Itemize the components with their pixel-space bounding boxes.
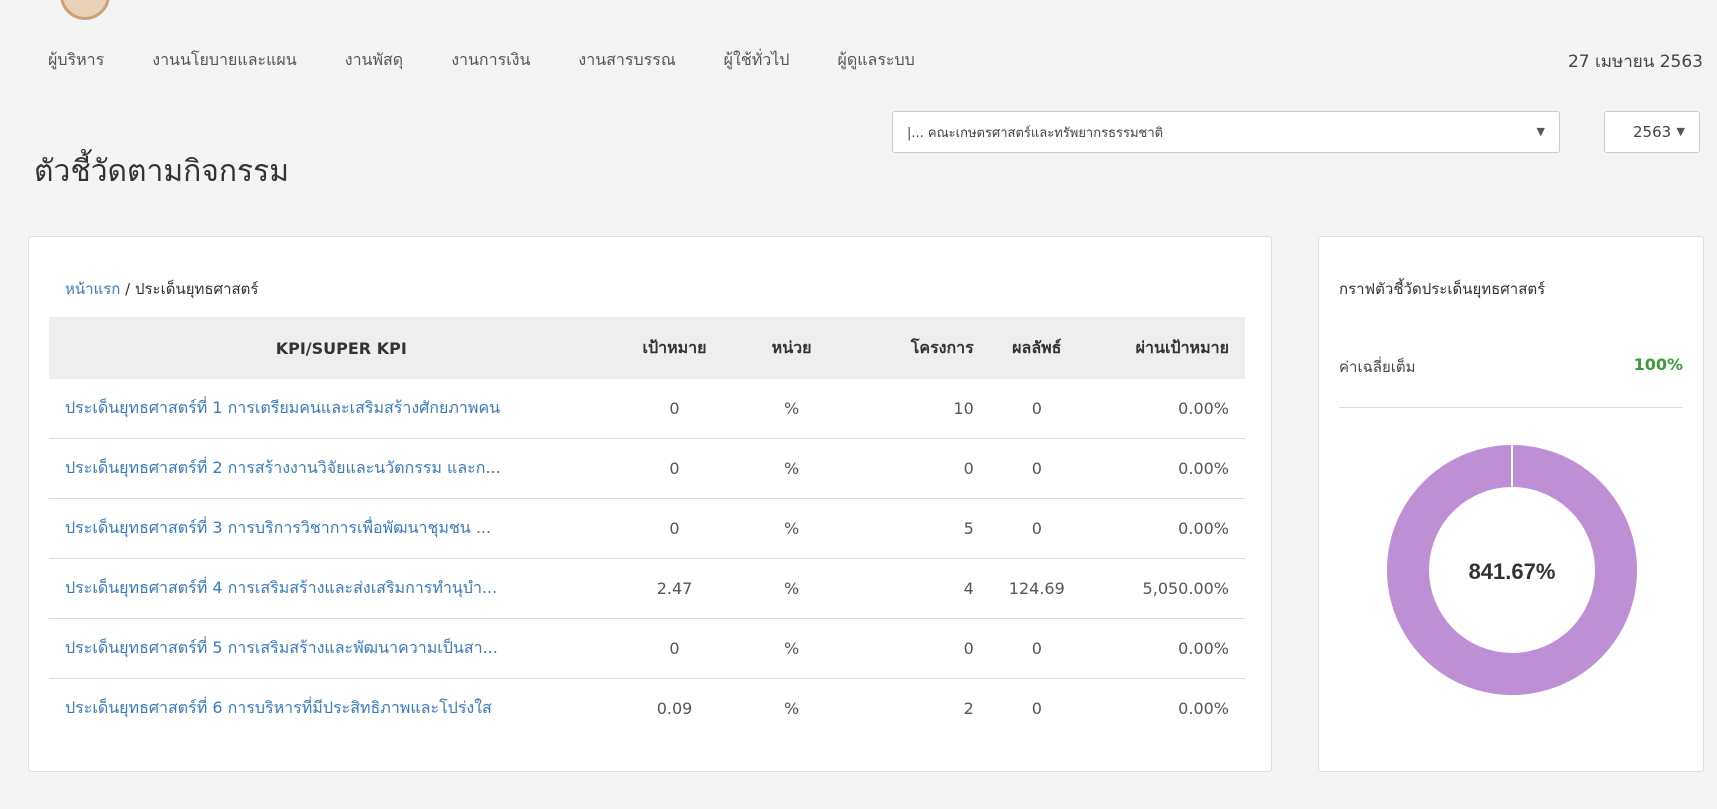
header-result: ผลลัพธ์ <box>1012 337 1062 357</box>
page-title: ตัวชี้วัดตามกิจกรรม <box>34 154 290 189</box>
cell-passed: 0.00% <box>1087 438 1245 499</box>
cell-projects: 0 <box>852 618 986 679</box>
table-row: ประเด็นยุทธศาสตร์ที่ 1 การเตรียมคนและเสร… <box>49 379 1245 439</box>
nav-item-general-user[interactable]: ผู้ใช้ทั่วไป <box>724 48 790 73</box>
cell-name: ประเด็นยุทธศาสตร์ที่ 1 การเตรียมคนและเสร… <box>49 379 619 439</box>
cell-target: 0 <box>618 618 731 679</box>
faculty-select-value: |... คณะเกษตรศาสตร์และทรัพยากรธรรมชาติ <box>907 125 1164 141</box>
kpi-link[interactable]: ประเด็นยุทธศาสตร์ที่ 6 การบริหารที่มีประ… <box>65 698 492 717</box>
header-unit: หน่วย <box>771 337 812 357</box>
cell-target: 0.09 <box>656 699 693 718</box>
cell-projects: 2 <box>963 699 974 718</box>
breadcrumb: หน้าแรก / ประเด็นยุทธศาสตร์ <box>65 277 258 301</box>
chart-card: กราฟตัวชี้วัดประเด็นยุทธศาสตร์ ค่าเฉลี่ย… <box>1318 236 1704 772</box>
cell-passed: 0.00% <box>1087 498 1245 559</box>
chevron-down-icon: ▼ <box>1676 125 1685 138</box>
kpi-table: KPI/SUPER KPI เป้าหมาย หน่วย โครงการ ผลล… <box>49 317 1245 738</box>
table-row: ประเด็นยุทธศาสตร์ที่ 5 การเสริมสร้างและพ… <box>49 618 1245 679</box>
cell-name: ประเด็นยุทธศาสตร์ที่ 5 การเสริมสร้างและพ… <box>49 618 619 679</box>
cell-unit: % <box>783 699 800 718</box>
cell-name: ประเด็นยุทธศาสตร์ที่ 3 การบริการวิชาการเ… <box>49 498 619 559</box>
header-kpi: KPI/SUPER KPI <box>275 338 407 358</box>
header-passed: ผ่านเป้าหมาย <box>1135 337 1229 357</box>
cell-name: ประเด็นยุทธศาสตร์ที่ 2 การสร้างงานวิจัยแ… <box>49 438 619 499</box>
cell-target: 0 <box>618 438 731 499</box>
kpi-link[interactable]: ประเด็นยุทธศาสตร์ที่ 5 การเสริมสร้างและพ… <box>65 638 498 657</box>
nav-item-executive[interactable]: ผู้บริหาร <box>48 48 104 73</box>
top-nav: ผู้บริหาร งานนโยบายและแผน งานพัสดุ งานกา… <box>48 48 963 73</box>
cell-unit: % <box>730 379 853 439</box>
cell-name: ประเด็นยุทธศาสตร์ที่ 6 การบริหารที่มีประ… <box>49 679 618 739</box>
current-date: 27 เมษายน 2563 <box>1567 52 1703 72</box>
kpi-link[interactable]: ประเด็นยุทธศาสตร์ที่ 3 การบริการวิชาการเ… <box>65 518 491 537</box>
cell-result: 0 <box>985 438 1088 499</box>
table-row: ประเด็นยุทธศาสตร์ที่ 2 การสร้างงานวิจัยแ… <box>49 438 1245 499</box>
breadcrumb-separator: / <box>120 280 135 298</box>
table-row: ประเด็นยุทธศาสตร์ที่ 3 การบริการวิชาการเ… <box>49 498 1245 559</box>
cell-passed: 5,050.00% <box>1087 558 1245 619</box>
average-label: ค่าเฉลี่ยเต็ม <box>1339 358 1416 376</box>
table-row: ประเด็นยุทธศาสตร์ที่ 4 การเสริมสร้างและส… <box>49 558 1245 619</box>
breadcrumb-current: ประเด็นยุทธศาสตร์ <box>134 280 259 298</box>
chart-title: กราฟตัวชี้วัดประเด็นยุทธศาสตร์ <box>1339 280 1546 298</box>
table-header-row: KPI/SUPER KPI เป้าหมาย หน่วย โครงการ ผลล… <box>49 317 1245 379</box>
cell-target: 0 <box>618 498 731 559</box>
cell-unit: % <box>730 438 853 499</box>
kpi-card: หน้าแรก / ประเด็นยุทธศาสตร์ KPI/SUPER KP… <box>28 236 1272 772</box>
nav-item-admin[interactable]: ผู้ดูแลระบบ <box>837 48 914 73</box>
cell-target: 0 <box>618 379 731 439</box>
cell-result: 0 <box>985 618 1088 679</box>
year-select-value: 2563 <box>1633 123 1672 141</box>
nav-item-documents[interactable]: งานสารบรรณ <box>578 48 675 73</box>
cell-unit: % <box>730 618 853 679</box>
cell-unit: % <box>730 498 853 559</box>
cell-result: 0 <box>985 379 1088 439</box>
cell-projects: 4 <box>852 558 986 619</box>
chevron-down-icon: ▼ <box>1536 125 1545 138</box>
cell-name: ประเด็นยุทธศาสตร์ที่ 4 การเสริมสร้างและส… <box>49 558 619 619</box>
nav-item-policy-plan[interactable]: งานนโยบายและแผน <box>152 48 297 73</box>
kpi-link[interactable]: ประเด็นยุทธศาสตร์ที่ 2 การสร้างงานวิจัยแ… <box>65 458 501 477</box>
cell-passed: 0.00% <box>1087 379 1245 439</box>
table-row: ประเด็นยุทธศาสตร์ที่ 6 การบริหารที่มีประ… <box>49 679 1245 739</box>
kpi-link[interactable]: ประเด็นยุทธศาสตร์ที่ 1 การเตรียมคนและเสร… <box>65 398 500 417</box>
header-target: เป้าหมาย <box>642 337 707 357</box>
breadcrumb-home-link[interactable]: หน้าแรก <box>65 280 120 298</box>
nav-item-supplies[interactable]: งานพัสดุ <box>345 48 403 73</box>
year-select[interactable]: 2563 ▼ <box>1604 111 1700 153</box>
cell-target: 2.47 <box>618 558 731 619</box>
faculty-select[interactable]: |... คณะเกษตรศาสตร์และทรัพยากรธรรมชาติ ▼ <box>892 111 1560 153</box>
average-value: 100% <box>1633 355 1683 374</box>
donut-chart: 841.67% <box>1387 445 1637 695</box>
cell-passed: 0.00% <box>1178 699 1229 718</box>
cell-unit: % <box>730 558 853 619</box>
nav-item-finance[interactable]: งานการเงิน <box>451 48 530 73</box>
cell-result: 0 <box>985 498 1088 559</box>
cell-projects: 0 <box>852 438 986 499</box>
cell-result: 124.69 <box>985 558 1088 619</box>
cell-projects: 5 <box>852 498 986 559</box>
cell-projects: 10 <box>852 379 986 439</box>
kpi-link[interactable]: ประเด็นยุทธศาสตร์ที่ 4 การเสริมสร้างและส… <box>65 578 497 597</box>
header-projects: โครงการ <box>910 337 974 357</box>
cell-result: 0 <box>1031 699 1042 718</box>
donut-center-value: 841.67% <box>1469 559 1556 584</box>
divider <box>1339 407 1683 408</box>
cell-passed: 0.00% <box>1087 618 1245 679</box>
logo <box>60 0 110 20</box>
